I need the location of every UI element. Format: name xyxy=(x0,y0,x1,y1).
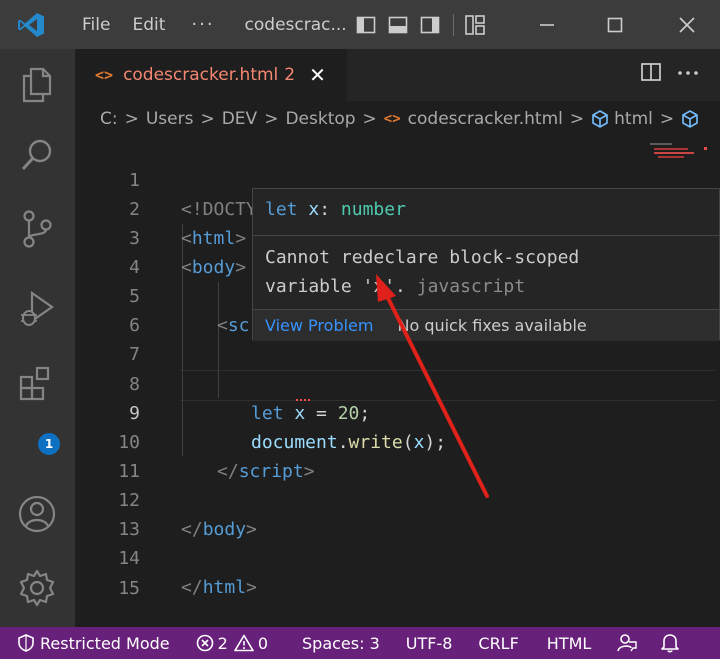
explorer-icon[interactable] xyxy=(15,63,59,107)
title-bar: File Edit ··· codescrac... xyxy=(0,0,720,49)
code-line: 11 xyxy=(75,428,720,482)
minimize-button[interactable] xyxy=(522,0,572,49)
minimize-icon xyxy=(540,23,554,26)
breadcrumb-separator: > xyxy=(200,109,215,129)
menu-more-button[interactable]: ··· xyxy=(191,14,214,35)
html-file-icon: <> xyxy=(383,111,401,127)
hover-variable: x xyxy=(308,199,320,220)
error-count: 2 xyxy=(217,633,228,653)
code-line: 9 document.write(x); xyxy=(75,370,720,453)
extensions-icon[interactable] xyxy=(15,361,59,405)
eol-item[interactable]: CRLF xyxy=(478,634,518,653)
hover-tooltip: let x: number Cannot redeclare block-sco… xyxy=(252,188,720,341)
vscode-logo-icon xyxy=(18,12,44,37)
breadcrumb-desktop[interactable]: Desktop xyxy=(285,109,355,129)
hover-divider xyxy=(253,235,719,236)
code-line: 1 <!DOCTYPE html> xyxy=(75,137,720,220)
maximize-button[interactable] xyxy=(590,0,640,49)
extensions-badge: 1 xyxy=(38,433,60,455)
breadcrumb-separator: > xyxy=(362,109,377,129)
maximize-icon xyxy=(607,17,623,32)
feedback-icon xyxy=(617,634,638,652)
editor-actions xyxy=(640,61,700,83)
accounts-icon[interactable] xyxy=(15,492,59,536)
code-line: 15 xyxy=(75,545,720,599)
tab-label: codescracker.html xyxy=(123,65,279,85)
hover-colon: : xyxy=(319,199,341,220)
menu-edit[interactable]: Edit xyxy=(132,15,165,35)
titlebar-divider xyxy=(452,13,454,36)
problems-item[interactable]: 2 0 xyxy=(196,634,268,653)
error-icon xyxy=(196,634,213,652)
hover-signature: let x: number xyxy=(265,199,406,220)
line-number: 15 xyxy=(118,578,140,599)
breadcrumb-dev[interactable]: DEV xyxy=(222,109,257,129)
breadcrumb-html[interactable]: html xyxy=(614,109,653,129)
code-token: html xyxy=(202,577,247,598)
hover-source: javascript xyxy=(416,276,526,297)
tab-close-icon[interactable]: ✕ xyxy=(309,63,326,87)
restricted-mode-label: Restricted Mode xyxy=(40,633,170,653)
no-quick-fixes-label: No quick fixes available xyxy=(397,316,587,335)
view-problem-link[interactable]: View Problem xyxy=(265,316,373,335)
tab-bar: <> codescracker.html 2 ✕ xyxy=(75,49,720,101)
symbol-element-icon xyxy=(592,110,608,128)
hover-message-line2: variable 'x'. xyxy=(265,276,406,297)
breadcrumb-separator: > xyxy=(264,109,279,129)
toggle-primary-sidebar-icon[interactable] xyxy=(355,14,377,36)
breadcrumb-drive[interactable]: C: xyxy=(100,109,118,129)
restricted-mode-item[interactable]: Restricted Mode xyxy=(18,634,170,653)
tab-codescracker-html[interactable]: <> codescracker.html 2 ✕ xyxy=(75,49,347,101)
code-line: 8 let x = 20; xyxy=(75,341,720,424)
manage-gear-icon[interactable] xyxy=(15,566,59,610)
warning-icon xyxy=(234,634,254,652)
warning-count: 0 xyxy=(257,633,268,653)
run-and-debug-icon[interactable] xyxy=(15,287,59,331)
menu-file[interactable]: File xyxy=(82,15,110,35)
indentation-item[interactable]: Spaces: 3 xyxy=(302,634,380,653)
search-icon[interactable] xyxy=(15,133,59,177)
breadcrumb-separator: > xyxy=(659,109,675,129)
split-editor-icon[interactable] xyxy=(640,61,662,83)
status-bar: Restricted Mode 2 0 Spaces: 3 UTF-8 CRLF… xyxy=(0,627,720,659)
close-window-button[interactable] xyxy=(662,0,712,49)
notifications-item[interactable] xyxy=(661,633,680,653)
window-title: codescrac... xyxy=(244,14,345,35)
error-squiggle xyxy=(296,395,310,401)
breadcrumb-file[interactable]: codescracker.html xyxy=(408,109,563,129)
breadcrumb: C: > Users > DEV > Desktop > <> codescra… xyxy=(75,101,720,137)
more-actions-icon[interactable] xyxy=(676,61,700,83)
hover-keyword: let xyxy=(265,199,298,220)
toggle-panel-icon[interactable] xyxy=(387,14,409,36)
hover-type: number xyxy=(340,199,406,220)
code-token: </ xyxy=(181,577,203,598)
hover-error-message: Cannot redeclare block-scoped variable '… xyxy=(265,243,579,301)
source-control-icon[interactable] xyxy=(15,207,59,251)
hover-message-line1: Cannot redeclare block-scoped xyxy=(265,247,580,268)
encoding-item[interactable]: UTF-8 xyxy=(406,634,453,653)
code-line: 12 </body> xyxy=(75,457,720,540)
activity-bar: 1 xyxy=(0,49,75,627)
code-line: 14 </html> xyxy=(75,515,720,598)
shield-icon xyxy=(18,634,34,652)
toggle-secondary-sidebar-icon[interactable] xyxy=(419,14,441,36)
breadcrumb-separator: > xyxy=(569,109,585,129)
feedback-item[interactable] xyxy=(617,633,638,653)
hover-status-bar: View Problem No quick fixes available xyxy=(253,309,719,341)
customize-layout-icon[interactable] xyxy=(464,14,486,36)
bell-icon xyxy=(661,634,680,653)
breadcrumb-users[interactable]: Users xyxy=(146,109,194,129)
code-token: > xyxy=(246,577,257,598)
symbol-element-icon xyxy=(682,110,698,128)
close-icon xyxy=(679,16,695,33)
language-mode-item[interactable]: HTML xyxy=(547,634,592,653)
code-line: 13 xyxy=(75,486,720,540)
html-file-icon: <> xyxy=(95,66,114,84)
minimap[interactable] xyxy=(648,137,708,177)
code-line: 10 </script> xyxy=(75,399,720,482)
breadcrumb-separator: > xyxy=(124,109,139,129)
tab-problem-count: 2 xyxy=(284,65,296,85)
